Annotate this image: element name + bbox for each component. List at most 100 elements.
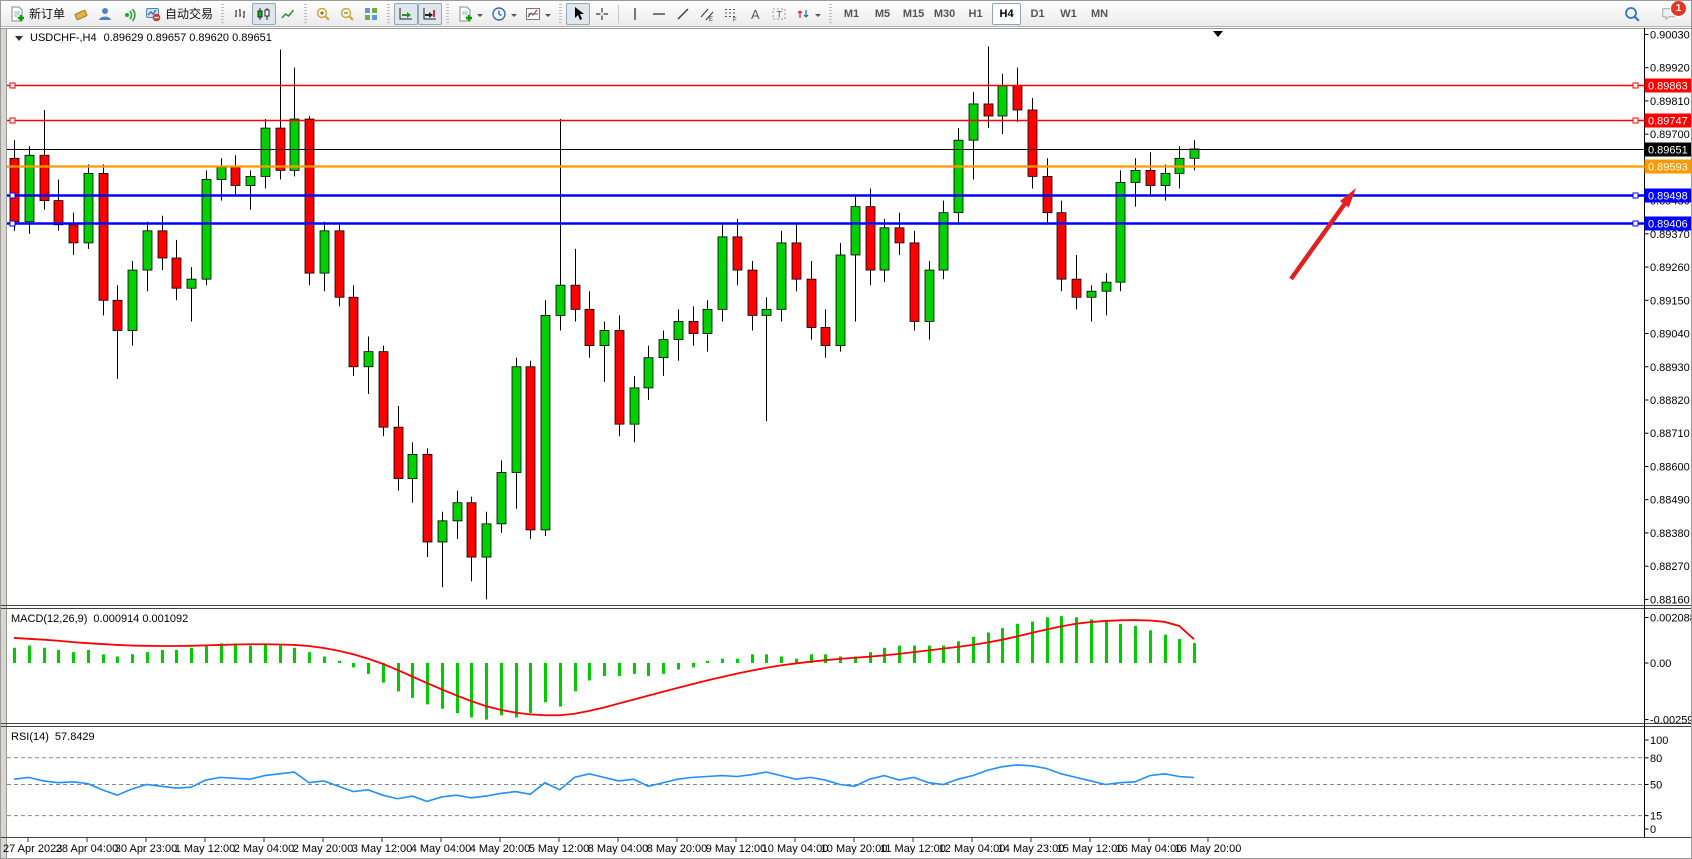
svg-text:0.89406: 0.89406 xyxy=(1648,219,1688,231)
svg-text:10 May 20:00: 10 May 20:00 xyxy=(821,843,888,855)
svg-text:50: 50 xyxy=(1650,780,1662,792)
dropdown-caret-icon xyxy=(545,14,551,20)
svg-text:0.89700: 0.89700 xyxy=(1650,129,1690,141)
auto-trading-icon xyxy=(145,6,161,22)
auto-scroll-button[interactable] xyxy=(394,3,418,25)
timeframe-m30[interactable]: M30 xyxy=(930,3,959,25)
svg-text:0.89260: 0.89260 xyxy=(1650,262,1690,274)
text-tool-button[interactable]: A xyxy=(743,3,767,25)
indicators-button[interactable] xyxy=(453,3,487,25)
tile-windows-button[interactable] xyxy=(359,3,383,25)
toolbar-grip xyxy=(559,4,562,23)
signals-button[interactable] xyxy=(117,3,141,25)
svg-text:3 May 12:00: 3 May 12:00 xyxy=(352,843,413,855)
line-chart-icon xyxy=(280,6,296,22)
timeframe-w1[interactable]: W1 xyxy=(1054,3,1083,25)
dropdown-caret-icon xyxy=(815,14,821,20)
chart-shift-icon xyxy=(422,6,438,22)
bar-chart-button[interactable] xyxy=(228,3,252,25)
svg-text:0.88820: 0.88820 xyxy=(1650,395,1690,407)
crosshair-button[interactable] xyxy=(590,3,614,25)
auto-scroll-icon xyxy=(398,6,414,22)
svg-text:16 May 04:00: 16 May 04:00 xyxy=(1116,843,1183,855)
macd-indicator-label: MACD(12,26,9) 0.000914 0.001092 xyxy=(11,613,188,625)
svg-text:0.89498: 0.89498 xyxy=(1648,191,1688,203)
svg-text:4 May 04:00: 4 May 04:00 xyxy=(411,843,472,855)
svg-text:0.89040: 0.89040 xyxy=(1650,329,1690,341)
new-order-icon xyxy=(9,6,25,22)
svg-text:16 May 20:00: 16 May 20:00 xyxy=(1175,843,1242,855)
zoom-in-button[interactable] xyxy=(311,3,335,25)
templates-icon xyxy=(525,6,541,22)
macd-values: 0.000914 0.001092 xyxy=(93,613,188,625)
svg-text:14 May 23:00: 14 May 23:00 xyxy=(998,843,1065,855)
fibonacci-button[interactable]: F xyxy=(719,3,743,25)
chart-title[interactable]: USDCHF-,H4 0.89629 0.89657 0.89620 0.896… xyxy=(15,32,272,44)
trendline-icon xyxy=(675,6,691,22)
arrows-tool-button[interactable] xyxy=(791,3,825,25)
svg-text:28 Apr 04:00: 28 Apr 04:00 xyxy=(56,843,118,855)
macd-name: MACD(12,26,9) xyxy=(11,613,87,625)
dropdown-caret-icon xyxy=(477,14,483,20)
notifications-button[interactable]: 1 xyxy=(1657,3,1681,25)
toolbar-right-cluster: 1 xyxy=(1619,3,1681,25)
zoom-out-icon xyxy=(339,6,355,22)
svg-text:0.88270: 0.88270 xyxy=(1650,561,1690,573)
svg-text:0.89863: 0.89863 xyxy=(1648,81,1688,93)
svg-text:10 May 04:00: 10 May 04:00 xyxy=(762,843,829,855)
new-order-label: 新订单 xyxy=(29,5,65,22)
svg-text:0: 0 xyxy=(1650,824,1656,836)
svg-text:15 May 12:00: 15 May 12:00 xyxy=(1057,843,1124,855)
vertical-line-button[interactable] xyxy=(623,3,647,25)
svg-text:8 May 20:00: 8 May 20:00 xyxy=(647,843,708,855)
line-chart-button[interactable] xyxy=(276,3,300,25)
metaeditor-button[interactable] xyxy=(69,3,93,25)
auto-trading-button[interactable]: 自动交易 xyxy=(141,3,217,25)
svg-text:0.90030: 0.90030 xyxy=(1650,29,1690,41)
text-label-button[interactable]: T xyxy=(767,3,791,25)
timeframe-m15[interactable]: M15 xyxy=(899,3,928,25)
toolbar-grip xyxy=(221,4,224,23)
timeframe-mn[interactable]: MN xyxy=(1085,3,1114,25)
periods-button[interactable] xyxy=(487,3,521,25)
svg-text:0.89747: 0.89747 xyxy=(1648,116,1688,128)
svg-text:12 May 04:00: 12 May 04:00 xyxy=(939,843,1006,855)
svg-text:27 Apr 2023: 27 Apr 2023 xyxy=(3,843,62,855)
svg-text:15: 15 xyxy=(1650,811,1662,823)
fibonacci-icon: F xyxy=(723,6,739,22)
auto-trading-label: 自动交易 xyxy=(165,5,213,22)
timeframe-h4[interactable]: H4 xyxy=(992,3,1021,25)
svg-text:0.88600: 0.88600 xyxy=(1650,461,1690,473)
notification-badge: 1 xyxy=(1670,0,1687,17)
text-label-icon: T xyxy=(771,6,787,22)
timeframe-group: M1M5M15M30H1H4D1W1MN xyxy=(836,3,1115,25)
profile-icon xyxy=(97,6,113,22)
timeframe-m1[interactable]: M1 xyxy=(837,3,866,25)
svg-text:F: F xyxy=(733,17,737,22)
new-order-button[interactable]: 新订单 xyxy=(5,3,69,25)
svg-text:2 May 04:00: 2 May 04:00 xyxy=(234,843,295,855)
candlestick-chart-button[interactable] xyxy=(252,3,276,25)
timeframe-h1[interactable]: H1 xyxy=(961,3,990,25)
chart-canvas[interactable]: 0.900300.899200.898100.897000.895900.894… xyxy=(1,28,1692,859)
search-button[interactable] xyxy=(1619,3,1645,25)
zoom-in-icon xyxy=(315,6,331,22)
community-profile-button[interactable] xyxy=(93,3,117,25)
svg-text:11 May 12:00: 11 May 12:00 xyxy=(880,843,946,855)
equidistant-channel-button[interactable]: E xyxy=(695,3,719,25)
ohlc-values-label: 0.89629 0.89657 0.89620 0.89651 xyxy=(104,32,272,44)
chart-shift-button[interactable] xyxy=(418,3,442,25)
templates-button[interactable] xyxy=(521,3,555,25)
cursor-button[interactable] xyxy=(566,3,590,25)
timeframe-d1[interactable]: D1 xyxy=(1023,3,1052,25)
mt4-window: 新订单 自动交易 xyxy=(0,0,1692,859)
horizontal-line-button[interactable] xyxy=(647,3,671,25)
svg-text:4 May 20:00: 4 May 20:00 xyxy=(470,843,531,855)
timeframe-m5[interactable]: M5 xyxy=(868,3,897,25)
trendline-button[interactable] xyxy=(671,3,695,25)
symbol-timeframe-label: USDCHF-,H4 xyxy=(30,32,97,44)
svg-text:8 May 04:00: 8 May 04:00 xyxy=(588,843,649,855)
svg-text:A: A xyxy=(751,7,760,22)
zoom-out-button[interactable] xyxy=(335,3,359,25)
chart-area: 0.900300.899200.898100.897000.895900.894… xyxy=(1,28,1692,859)
